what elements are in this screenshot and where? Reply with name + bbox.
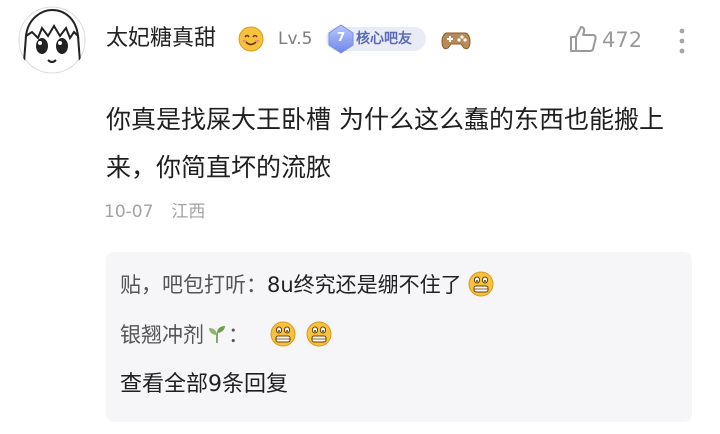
grimace-emoji-icon [306, 321, 332, 347]
user-avatar[interactable] [18, 6, 86, 74]
reply-text: 8u终究还是绷不住了 [267, 273, 462, 297]
username[interactable]: 太妃糖真甜 [106, 24, 216, 54]
reply-preview[interactable]: 贴，吧包打听：8u终究还是绷不住了 银翘冲剂 ： 查看全部9条回复 [106, 252, 692, 422]
reply-username[interactable]: 贴，吧包打听 [120, 273, 246, 297]
comment-location: 江西 [171, 202, 206, 222]
reply-item[interactable]: 贴，吧包打听：8u终究还是绷不住了 [120, 270, 494, 300]
fan-rank-number: 7 [336, 30, 346, 44]
comment-meta: 10-07 江西 [104, 200, 205, 224]
user-level: Lv.5 [278, 29, 313, 49]
vertical-ellipsis-icon[interactable] [676, 26, 688, 56]
reply-separator: ： [228, 323, 249, 347]
blush-smile-emoji-icon [238, 26, 264, 52]
sprout-icon [206, 323, 228, 345]
thumbs-up-icon[interactable] [568, 24, 598, 54]
comment-date: 10-07 [104, 202, 154, 222]
anime-face-avatar-icon [18, 6, 86, 74]
reply-item[interactable]: 银翘冲剂 ： [120, 320, 332, 350]
grimace-emoji-icon [468, 271, 494, 297]
grimace-emoji-icon [270, 321, 296, 347]
view-all-replies-link[interactable]: 查看全部9条回复 [120, 370, 288, 400]
like-count: 472 [602, 28, 643, 52]
comment-text: 你真是找屎大王卧槽 为什么这么蠢的东西也能搬上来，你简直坏的流脓 [106, 105, 664, 182]
gamepad-icon[interactable] [441, 28, 471, 52]
reply-username[interactable]: 银翘冲剂 [120, 323, 204, 347]
reply-separator: ： [246, 273, 267, 297]
comment-card: 太妃糖真甜 Lv.5 核心吧友 7 472 你真是找屎大王卧槽 为什么这么蠢的东… [0, 0, 720, 434]
